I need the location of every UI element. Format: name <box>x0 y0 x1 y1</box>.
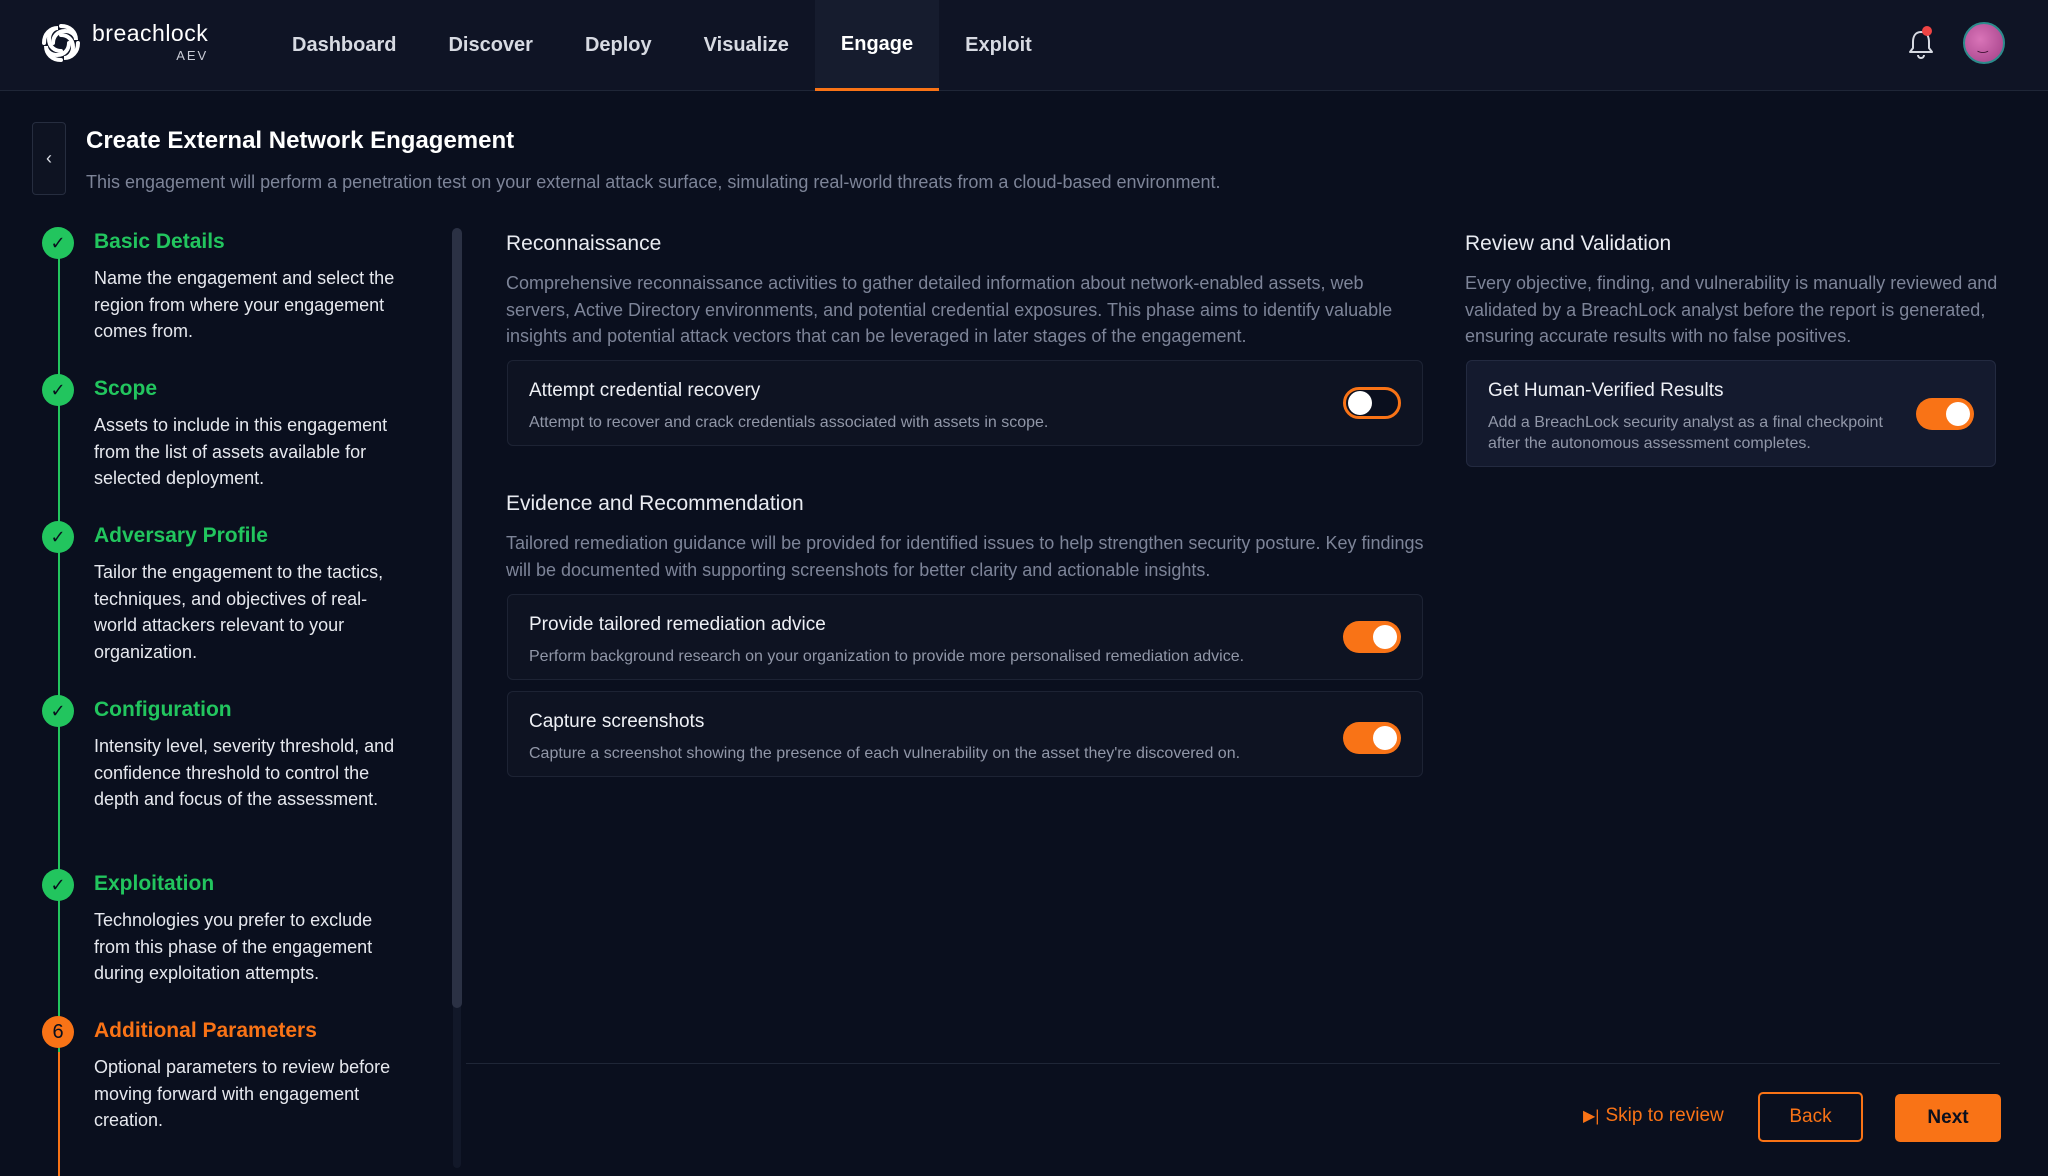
page-subtitle: This engagement will perform a penetrati… <box>86 172 1221 192</box>
toggle-knob <box>1946 402 1970 426</box>
step-description: Tailor the engagement to the tactics, te… <box>94 562 384 662</box>
option-title: Capture screenshots <box>529 711 705 732</box>
step-description: Optional parameters to review before mov… <box>94 1057 391 1130</box>
step-title: Additional Parameters <box>94 1019 317 1042</box>
avatar-face-icon: ‿ <box>1978 39 1988 53</box>
nav-item-engage[interactable]: Engage <box>814 0 940 91</box>
logo-wordmark: breachlock AEV <box>92 20 209 63</box>
option-card-remediation-advice: Provide tailored remediation advice Perf… <box>507 594 1423 680</box>
step-description: Name the engagement and select the regio… <box>94 268 395 341</box>
evidence-title: Evidence and Recommendation <box>506 492 804 515</box>
option-card-capture-screenshots: Capture screenshots Capture a screenshot… <box>507 691 1423 777</box>
chevron-left-icon: ‹ <box>46 148 52 168</box>
step-title: Basic Details <box>94 230 225 253</box>
footer-divider <box>466 1063 2000 1064</box>
toggle-knob <box>1373 625 1397 649</box>
step-title: Adversary Profile <box>94 524 268 547</box>
option-title: Attempt credential recovery <box>529 380 761 401</box>
brand-name: breachlock <box>92 20 209 46</box>
step-description: Technologies you prefer to exclude from … <box>94 910 373 983</box>
human-verified-toggle[interactable] <box>1916 398 1974 430</box>
skip-forward-icon: ▶| <box>1583 1108 1600 1125</box>
nav-item-visualize[interactable]: Visualize <box>678 0 815 91</box>
step-number-badge: 6 <box>42 1016 74 1048</box>
check-icon: ✓ <box>42 374 74 406</box>
option-title: Provide tailored remediation advice <box>529 614 826 635</box>
back-button[interactable]: Back <box>1758 1092 1863 1142</box>
check-icon: ✓ <box>42 869 74 901</box>
toggle-knob <box>1373 726 1397 750</box>
step-description: Assets to include in this engagement fro… <box>94 415 388 488</box>
step-title: Scope <box>94 377 158 400</box>
option-description: Perform background research on your orga… <box>529 648 1245 665</box>
step-description: Intensity level, severity threshold, and… <box>94 736 395 809</box>
capture-screenshots-toggle[interactable] <box>1343 722 1401 754</box>
remediation-advice-toggle[interactable] <box>1343 621 1401 653</box>
toggle-knob <box>1348 391 1372 415</box>
skip-to-review-link[interactable]: ▶| Skip to review <box>1583 1105 1724 1127</box>
review-description: Every objective, finding, and vulnerabil… <box>1465 273 1998 346</box>
reconnaissance-title: Reconnaissance <box>506 232 662 255</box>
back-nav-button[interactable]: ‹ <box>32 122 66 195</box>
step-title: Exploitation <box>94 872 215 895</box>
step-title: Configuration <box>94 698 232 721</box>
review-title: Review and Validation <box>1465 232 1672 255</box>
option-title: Get Human-Verified Results <box>1488 380 1724 401</box>
next-button[interactable]: Next <box>1895 1094 2001 1142</box>
page-title: Create External Network Engagement <box>86 127 515 154</box>
top-navigation-bar: breachlock AEV Dashboard Discover Deploy… <box>0 0 2048 91</box>
brand-product: AEV <box>176 48 209 63</box>
stepper-scrollbar[interactable] <box>452 228 462 1008</box>
reconnaissance-description: Comprehensive reconnaissance activities … <box>506 273 1393 346</box>
option-description: Attempt to recover and crack credentials… <box>529 414 1049 431</box>
brand-logo[interactable]: breachlock AEV <box>40 22 208 64</box>
breachlock-swirl-icon <box>42 24 80 62</box>
nav-item-discover[interactable]: Discover <box>422 0 559 91</box>
option-card-credential-recovery: Attempt credential recovery Attempt to r… <box>507 360 1423 446</box>
engagement-stepper: ✓ Basic Details Name the engagement and … <box>36 222 416 1176</box>
check-icon: ✓ <box>42 227 74 259</box>
main-nav: Dashboard Discover Deploy Visualize Enga… <box>266 0 1058 91</box>
nav-item-exploit[interactable]: Exploit <box>939 0 1058 91</box>
option-description: Add a BreachLock security analyst as a f… <box>1488 414 1883 452</box>
notification-dot <box>1922 26 1932 36</box>
credential-recovery-toggle[interactable] <box>1343 387 1401 419</box>
option-description: Capture a screenshot showing the presenc… <box>529 745 1241 762</box>
nav-item-deploy[interactable]: Deploy <box>559 0 678 91</box>
nav-item-dashboard[interactable]: Dashboard <box>266 0 422 91</box>
skip-label: Skip to review <box>1605 1105 1724 1126</box>
option-card-human-verified: Get Human-Verified Results Add a BreachL… <box>1466 360 1996 467</box>
check-icon: ✓ <box>42 521 74 553</box>
avatar[interactable]: ‿ <box>1963 22 2005 64</box>
check-icon: ✓ <box>42 695 74 727</box>
evidence-description: Tailored remediation guidance will be pr… <box>506 533 1424 580</box>
